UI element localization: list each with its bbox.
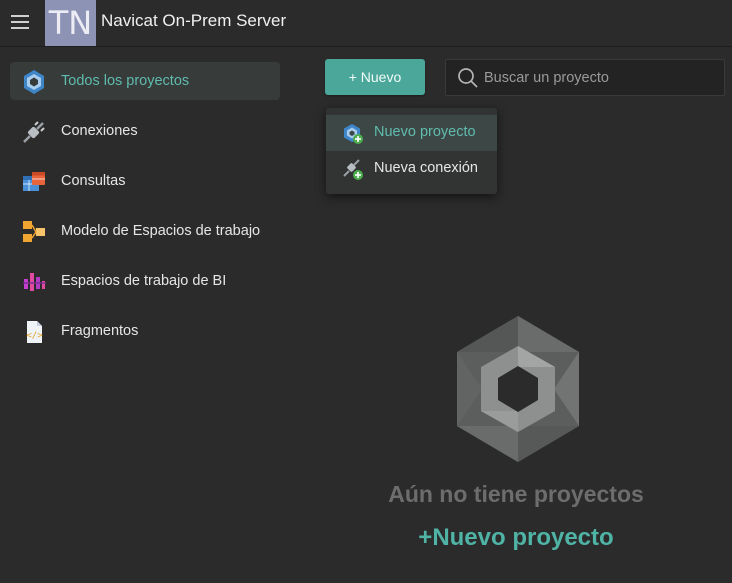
snippets-icon: </> [26,321,43,343]
title-bar: TN Navicat On-Prem Server [0,0,732,47]
connections-plug-icon [23,121,45,143]
search-input[interactable] [484,60,714,95]
sidebar-item-label: Consultas [61,173,126,189]
avatar[interactable]: TN [45,0,96,46]
sidebar-item-label: Todos los proyectos [61,73,190,89]
menu-item-label: Nuevo proyecto [374,124,476,140]
new-connection-icon [343,159,363,180]
sidebar-item-label: Conexiones [61,123,138,139]
sidebar-item-label: Modelo de Espacios de trabajo [61,223,261,239]
sidebar-item-model-workspaces[interactable]: Modelo de Espacios de trabajo [10,212,280,250]
new-project-icon [344,124,363,144]
menu-item-new-connection[interactable]: Nueva conexión [326,151,497,187]
sidebar-item-label: Fragmentos [61,323,139,339]
app-title: Navicat On-Prem Server [101,11,287,30]
new-dropdown-menu: Nuevo proyecto Nueva conexión [326,108,497,194]
search-box [445,59,725,96]
bi-workspace-icon [23,273,46,291]
sidebar-item-label: Espacios de trabajo de BI [61,273,227,289]
queries-table-icon [23,172,45,191]
menu-item-new-project[interactable]: Nuevo proyecto [326,115,497,151]
new-project-link[interactable]: +Nuevo proyecto [300,524,732,552]
empty-projects-hexagon-icon [457,316,579,462]
model-workspace-icon [23,221,45,242]
sidebar-item-bi-workspaces[interactable]: Espacios de trabajo de BI [10,262,280,300]
search-icon [458,68,478,88]
sidebar-item-all-projects[interactable]: Todos los proyectos [10,62,280,100]
all-projects-icon [24,70,44,94]
sidebar-item-queries[interactable]: Consultas [10,162,280,200]
sidebar-item-connections[interactable]: Conexiones [10,112,280,150]
sidebar-item-snippets[interactable]: </> Fragmentos [10,312,280,350]
hamburger-menu-icon[interactable] [9,13,31,31]
svg-text:</>: </> [26,331,43,341]
menu-item-label: Nueva conexión [374,160,478,176]
new-button[interactable]: + Nuevo [325,59,425,95]
empty-state-message: Aún no tiene proyectos [388,481,644,507]
